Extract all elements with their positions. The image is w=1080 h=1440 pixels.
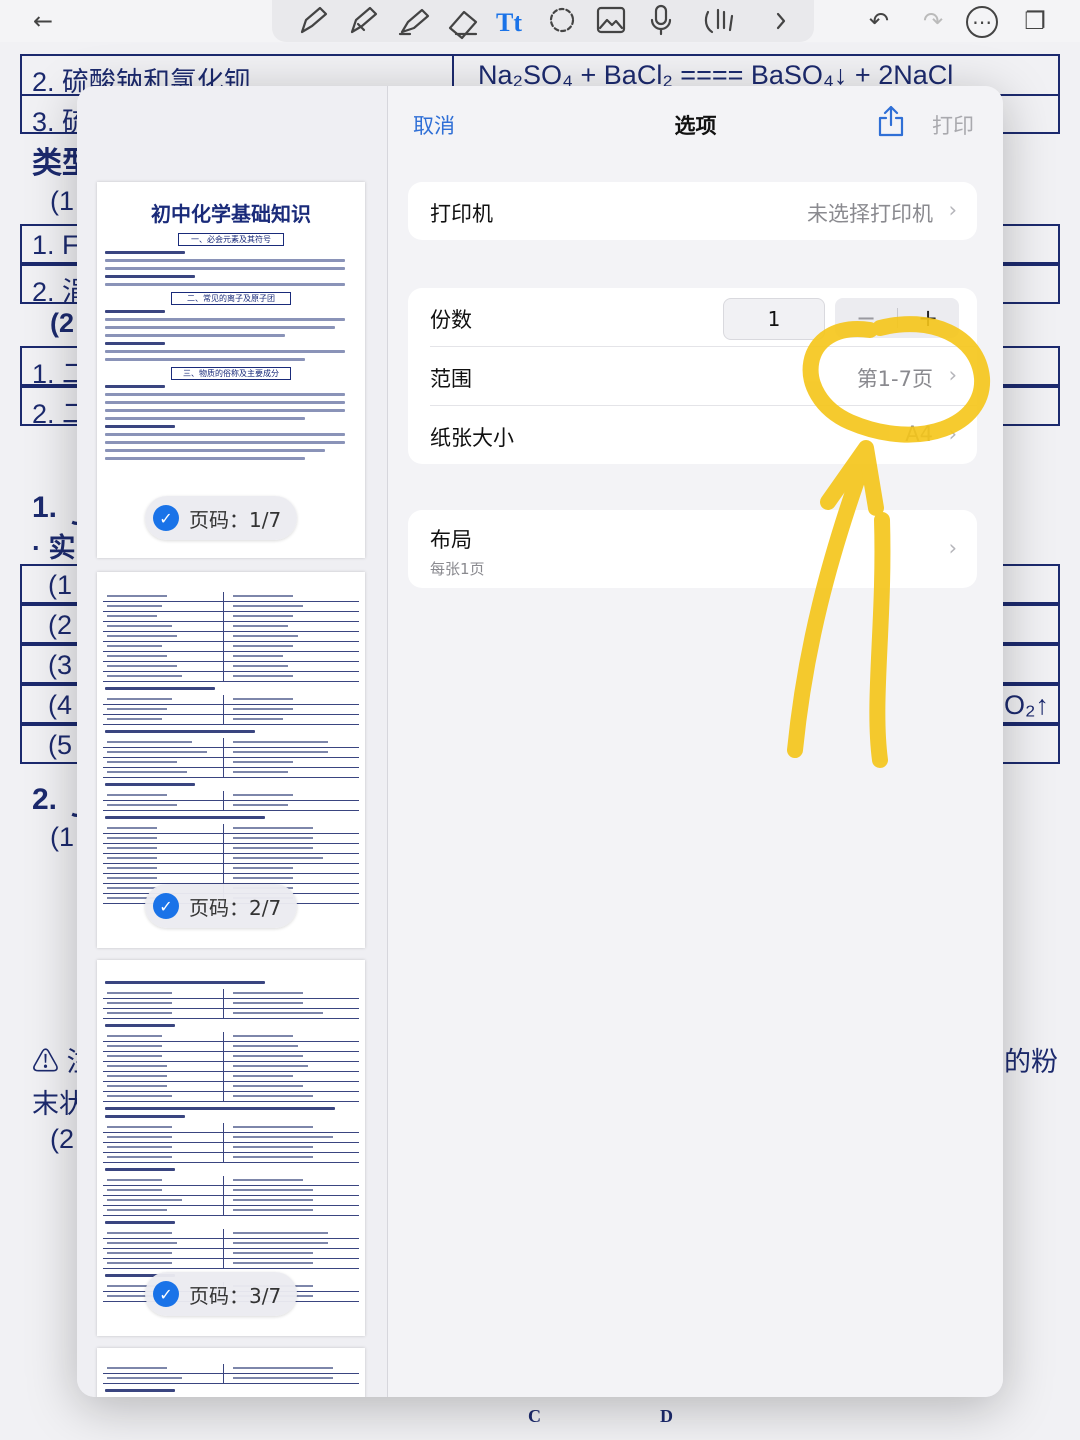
layout-card: 布局 每张1页 › [408, 510, 977, 588]
page-thumbnail-4[interactable] [97, 1348, 365, 1397]
thumb-doc-title: 初中化学基础知识 [151, 202, 311, 226]
print-button[interactable]: 打印 [932, 110, 974, 140]
dialog-header: 取消 选项 打印 [388, 86, 1003, 162]
cancel-button[interactable]: 取消 [413, 110, 455, 140]
page-number-label: 页码：2/7 [189, 895, 282, 920]
copies-row: 份数 1 − + [408, 288, 977, 346]
svg-text:Tt: Tt [496, 8, 522, 37]
printer-card: 打印机 未选择打印机 › [408, 182, 977, 240]
range-label: 范围 [430, 367, 472, 391]
paper-size-row[interactable]: 纸张大小 A4 › [408, 406, 977, 464]
chevron-right-icon: › [948, 536, 957, 560]
image-icon[interactable] [596, 6, 626, 34]
page-selected-badge-2[interactable]: ✓ 页码：2/7 [145, 884, 298, 928]
doc-fragment: (2 [50, 308, 75, 338]
thumb-section-heading: 二、常见的离子及原子团 [171, 292, 291, 305]
highlighter-icon[interactable] [398, 8, 430, 36]
more-arrow-icon[interactable] [776, 12, 786, 30]
print-options-dialog: 初中化学基础知识 一、必会元素及其符号 二、常见的离子及原子团 三、物质的俗称及… [77, 86, 1003, 1397]
thumb-section-heading: 三、物质的俗称及主要成分 [171, 367, 291, 380]
page-number-label: 页码：3/7 [189, 1283, 282, 1308]
doc-cell-text: (1 [48, 570, 73, 600]
copies-field[interactable]: 1 [723, 298, 825, 340]
undo-icon[interactable]: ↶ [862, 4, 896, 38]
chevron-right-icon: › [948, 422, 957, 446]
app-toolbar: ← Tt ↶ ↷ ⋯ ❐ [0, 0, 1080, 43]
printer-value: 未选择打印机 [807, 202, 933, 226]
doc-fragment: (2 [50, 1124, 75, 1154]
doc-cell-text: (3 [48, 650, 73, 680]
range-value: 第1-7页 [856, 367, 933, 391]
copies-label: 份数 [430, 308, 472, 332]
page-number-label: 页码：1/7 [189, 507, 282, 532]
redo-icon[interactable]: ↷ [916, 4, 950, 38]
layout-row[interactable]: 布局 每张1页 › [408, 510, 977, 588]
text-icon[interactable]: Tt [496, 8, 522, 37]
layout-subtitle: 每张1页 [430, 560, 485, 578]
doc-fragment: 的粉 [1004, 1047, 1058, 1077]
doc-fragment: · 实 [32, 533, 76, 563]
lasso-icon[interactable] [549, 7, 575, 33]
chevron-right-icon: › [948, 363, 957, 387]
printer-label: 打印机 [430, 202, 493, 226]
print-settings-card: 份数 1 − + 范围 第1-7页 › 纸张大小 A4 › [408, 288, 977, 464]
printer-row[interactable]: 打印机 未选择打印机 › [408, 182, 977, 240]
print-options-pane: 取消 选项 打印 打印机 未选择打印机 › 份数 1 − + 范围 第1-7页 … [388, 86, 1003, 1397]
page-preview-list[interactable]: 初中化学基础知识 一、必会元素及其符号 二、常见的离子及原子团 三、物质的俗称及… [77, 86, 388, 1397]
range-row[interactable]: 范围 第1-7页 › [408, 347, 977, 405]
doc-cell-text: (5 [48, 730, 73, 760]
mic-icon[interactable] [650, 4, 672, 36]
doc-fragment: (1 [50, 186, 75, 216]
marker-icon[interactable] [350, 6, 378, 34]
doc-fragment: (1 [50, 822, 75, 852]
decrement-button[interactable]: − [835, 298, 897, 338]
checkmark-icon: ✓ [153, 1281, 179, 1307]
page-selected-badge-3[interactable]: ✓ 页码：3/7 [145, 1272, 298, 1316]
doc-cell-text: 1. F [32, 230, 79, 260]
thumb-section-heading: 一、必会元素及其符号 [178, 233, 284, 246]
paper-size-label: 纸张大小 [430, 426, 514, 450]
chevron-right-icon: › [948, 198, 957, 222]
diagram-label: D [660, 1406, 673, 1426]
diagram-label: C [528, 1406, 541, 1426]
back-arrow-icon[interactable]: ← [26, 4, 60, 38]
increment-button[interactable]: + [897, 298, 959, 338]
share-icon[interactable] [876, 104, 906, 138]
dialog-title: 选项 [674, 114, 717, 138]
pages-icon[interactable]: ❐ [1018, 4, 1052, 38]
paper-size-value: A4 [905, 422, 933, 446]
doc-cell-text: (2 [48, 610, 73, 640]
hand-icon[interactable] [704, 8, 734, 34]
doc-cell-formula: O₂↑ [1004, 690, 1049, 720]
layout-label: 布局 [430, 528, 472, 552]
checkmark-icon: ✓ [153, 893, 179, 919]
doc-cell-text: (4 [48, 690, 73, 720]
copies-stepper: − + [835, 298, 959, 338]
page-selected-badge-1[interactable]: ✓ 页码：1/7 [145, 496, 298, 540]
checkmark-icon: ✓ [153, 505, 179, 531]
drawing-tools-group: Tt [272, 0, 814, 42]
pen-icon[interactable] [300, 6, 328, 34]
eraser-icon[interactable] [448, 10, 478, 40]
more-icon[interactable]: ⋯ [966, 6, 998, 38]
